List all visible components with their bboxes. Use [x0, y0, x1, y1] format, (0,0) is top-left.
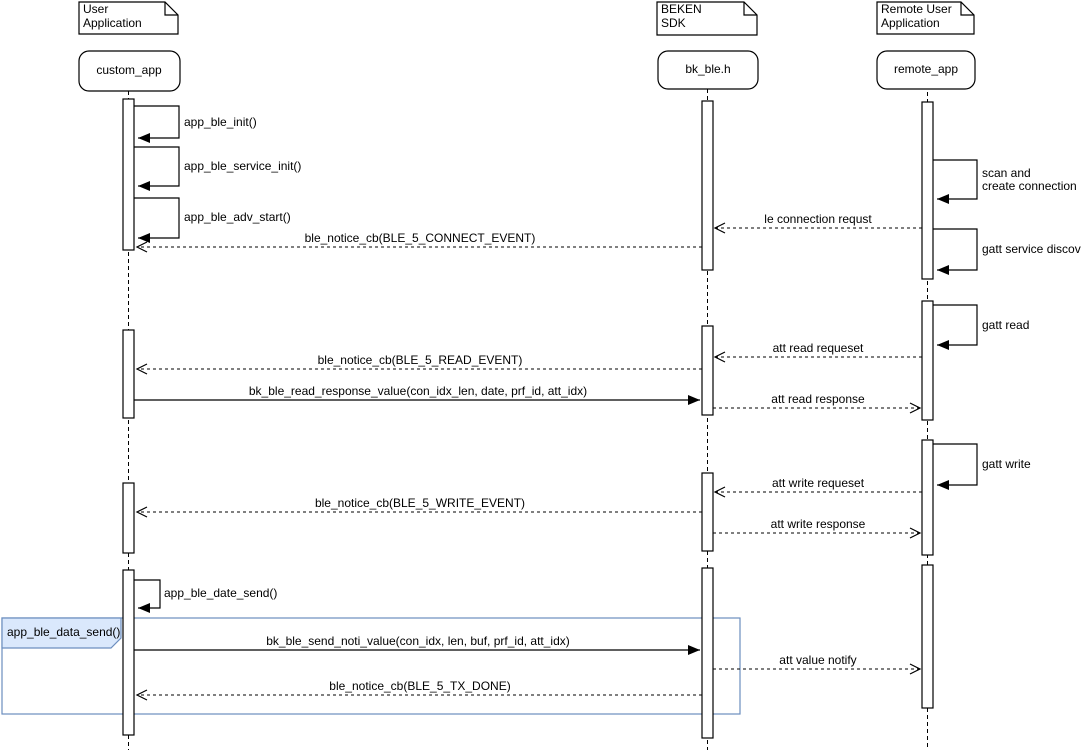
label-tx-done: ble_notice_cb(BLE_5_TX_DONE): [329, 680, 510, 693]
note-line: Remote User: [881, 3, 952, 17]
self-loop-gatt-service-discover: [933, 229, 977, 270]
self-loop-scan-create-connection: [933, 160, 977, 199]
activation-bk-connect: [702, 101, 713, 270]
note-line: User: [83, 3, 142, 17]
self-loop-app-ble-adv-start: [134, 198, 179, 238]
label-att-read-response: att read response: [771, 393, 864, 406]
label-app-ble-init: app_ble_init(): [184, 116, 257, 129]
note-line: Application: [83, 17, 142, 31]
label-att-write-request: att write requeset: [772, 477, 864, 490]
note-line: SDK: [661, 17, 702, 31]
label-write-event: ble_notice_cb(BLE_5_WRITE_EVENT): [315, 497, 525, 510]
activation-custom-send: [123, 570, 134, 735]
label-gatt-write: gatt write: [982, 458, 1031, 471]
label-le-connection-request: le connection requst: [764, 213, 871, 226]
label-app-ble-adv-start: app_ble_adv_start(): [184, 211, 291, 224]
label-scan-create-connection: scan and create connection: [982, 167, 1077, 193]
activation-remote-read: [922, 301, 933, 420]
label-read-event: ble_notice_cb(BLE_5_READ_EVENT): [318, 354, 523, 367]
label-gatt-service-discover: gatt service discover: [982, 243, 1081, 256]
note-text-remote-user-application: Remote User Application: [881, 3, 952, 30]
self-loop-app-ble-init: [134, 106, 179, 138]
label-frame-app-ble-data-send: app_ble_data_send(): [7, 626, 120, 639]
ble-sequence-diagram: User Application BEKEN SDK Remote User A…: [0, 0, 1081, 750]
self-loop-app-ble-service-init: [134, 147, 179, 186]
label-app-ble-service-init: app_ble_service_init(): [184, 160, 301, 173]
activation-remote-notify: [922, 565, 933, 708]
label-gatt-read: gatt read: [982, 319, 1029, 332]
note-text-beken-sdk: BEKEN SDK: [661, 3, 702, 30]
self-loop-gatt-read: [933, 305, 977, 345]
activation-bk-write: [702, 473, 713, 551]
object-label-remote-app: remote_app: [894, 63, 958, 76]
object-label-custom-app: custom_app: [96, 64, 161, 77]
label-att-write-response: att write response: [771, 518, 866, 531]
label-att-read-request: att read requeset: [773, 342, 864, 355]
note-text-user-application: User Application: [83, 3, 142, 30]
activation-remote-connect: [922, 102, 933, 279]
label-read-response-call: bk_ble_read_response_value(con_idx_len, …: [249, 385, 587, 398]
note-line: BEKEN: [661, 3, 702, 17]
object-label-bk-ble: bk_ble.h: [685, 63, 730, 76]
label-connect-event: ble_notice_cb(BLE_5_CONNECT_EVENT): [305, 232, 536, 245]
note-line: Application: [881, 17, 952, 31]
label-send-noti-call: bk_ble_send_noti_value(con_idx, len, buf…: [266, 635, 570, 648]
label-line: create connection: [982, 180, 1077, 193]
activation-custom-read: [123, 330, 134, 418]
self-loop-gatt-write: [933, 444, 977, 485]
activation-custom-write: [123, 483, 134, 553]
label-app-ble-date-send: app_ble_date_send(): [164, 587, 277, 600]
activation-remote-write: [922, 440, 933, 555]
self-loop-app-ble-date-send: [134, 580, 160, 608]
activation-bk-read: [702, 326, 713, 415]
activation-bk-send: [702, 568, 713, 738]
label-att-value-notify: att value notify: [779, 654, 856, 667]
activation-custom-init: [123, 99, 134, 250]
